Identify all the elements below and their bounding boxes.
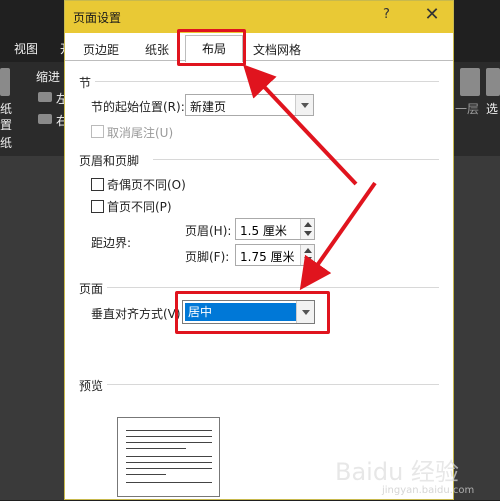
baidu-watermark: Baidu 经验 bbox=[335, 452, 459, 487]
arrow-to-vertical-align bbox=[309, 183, 375, 277]
baidu-watermark-url: jingyan.baidu.com bbox=[382, 485, 474, 496]
annotation-arrows bbox=[0, 0, 500, 500]
arrow-to-layout-tab bbox=[254, 76, 356, 184]
